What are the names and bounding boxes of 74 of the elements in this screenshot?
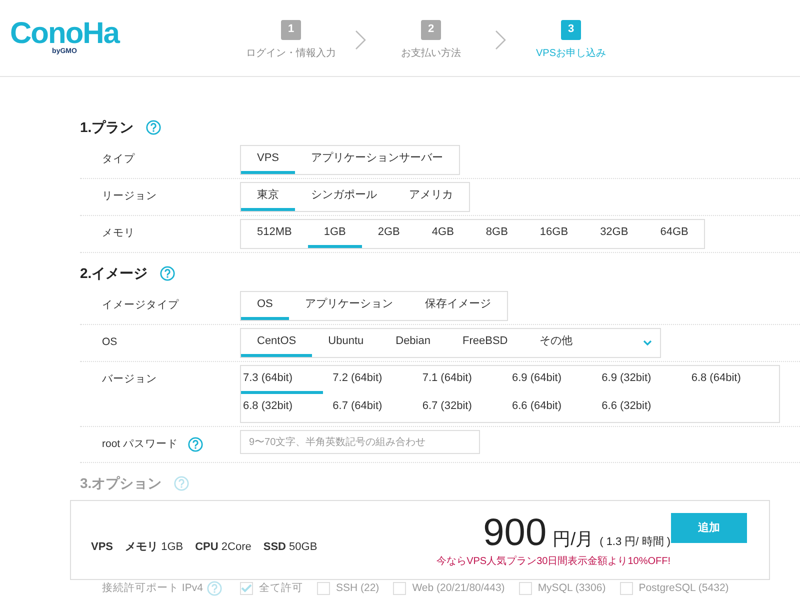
section-title: 1.プラン <box>80 118 134 137</box>
checkbox[interactable] <box>620 582 633 596</box>
checkbox[interactable] <box>240 582 253 596</box>
option-tab[interactable]: 1GB <box>308 220 362 248</box>
option-tab[interactable]: FreeBSD <box>446 329 524 357</box>
checkbox[interactable] <box>393 582 406 596</box>
checkbox-label: 全て許可 <box>259 581 303 596</box>
option-tab[interactable]: 6.7 (64bit) <box>330 394 413 422</box>
step-label: VPSお申し込み <box>536 46 606 60</box>
option-tab[interactable]: VPS <box>241 146 296 174</box>
option-tab[interactable]: 6.9 (32bit) <box>600 366 682 394</box>
section-title: 2.イメージ <box>80 264 148 283</box>
row-label: バージョン <box>102 372 157 387</box>
option-tab[interactable]: アプリケーション <box>288 292 409 320</box>
option-tab[interactable]: 7.1 (64bit) <box>420 366 502 394</box>
price-amount: 900 <box>483 512 547 554</box>
row-label: リージョン <box>102 188 157 204</box>
checkbox[interactable] <box>518 582 532 596</box>
promo-text: 今ならVPS人気プラン30日間表示金額より10%OFF! <box>436 554 670 568</box>
spec-text: VPS <box>91 540 114 555</box>
password-field[interactable]: 9〜70文字、半角英数記号の組み合わせ <box>240 430 480 454</box>
row-label: タイプ <box>102 152 135 167</box>
spec-text: CPU 2Core <box>195 540 252 555</box>
row-label: root パスワード <box>102 436 178 452</box>
checkbox-label: PostgreSQL (5432) <box>638 581 729 596</box>
option-tab[interactable]: アメリカ <box>393 183 469 211</box>
price-unit: 円/月 <box>552 528 594 550</box>
chevron-right-icon <box>355 30 367 50</box>
option-tab[interactable]: 2GB <box>362 220 416 248</box>
option-tab[interactable]: 16GB <box>524 220 584 248</box>
chevron-right-icon <box>495 30 507 50</box>
step-number: 3 <box>561 20 581 40</box>
spec-text: SSD 50GB <box>263 540 318 555</box>
option-tab[interactable]: 6.7 (32bit) <box>420 394 502 422</box>
chevron-down-icon[interactable] <box>643 340 652 346</box>
option-tab[interactable]: Ubuntu <box>312 329 380 357</box>
option-tab[interactable]: 7.2 (64bit) <box>330 366 413 394</box>
spec-text: メモリ 1GB <box>125 540 184 555</box>
option-tab[interactable]: 保存イメージ <box>408 292 507 320</box>
option-tab[interactable]: 6.6 (32bit) <box>600 394 682 422</box>
step-label: お支払い方法 <box>401 46 461 60</box>
option-tab[interactable]: 4GB <box>416 220 470 248</box>
option-tab[interactable]: 東京 <box>241 183 295 211</box>
option-tab[interactable]: その他 <box>524 329 589 357</box>
row-label: 接続許可ポート IPv4 <box>102 581 203 596</box>
step-number: 1 <box>281 20 301 40</box>
hourly-price: ( 1.3 円/ 時間 ) <box>600 534 670 550</box>
option-tab[interactable]: 512MB <box>241 220 308 248</box>
option-tab[interactable]: 7.3 (64bit) <box>241 366 323 394</box>
help-icon[interactable] <box>146 120 161 135</box>
row-label: OS <box>102 334 118 350</box>
checkbox-label: SSH (22) <box>336 581 380 596</box>
option-tab[interactable]: Debian <box>380 329 446 357</box>
row-label: イメージタイプ <box>102 298 179 313</box>
help-icon[interactable] <box>160 266 175 281</box>
option-tab[interactable]: CentOS <box>241 329 312 357</box>
option-tab[interactable]: 6.6 (64bit) <box>510 394 592 422</box>
option-tab[interactable]: 6.9 (64bit) <box>510 366 592 394</box>
help-icon[interactable] <box>188 437 204 452</box>
step-number: 2 <box>421 20 441 40</box>
option-tab[interactable]: 8GB <box>470 220 524 248</box>
option-tab[interactable]: OS <box>241 292 289 320</box>
row-label: メモリ <box>102 226 135 241</box>
option-tab[interactable]: シンガポール <box>295 183 393 211</box>
step-label: ログイン・情報入力 <box>246 46 336 60</box>
option-tab[interactable]: アプリケーションサーバー <box>295 146 460 174</box>
option-tab[interactable]: 6.8 (64bit) <box>689 366 772 394</box>
checkbox-label: Web (20/21/80/443) <box>412 581 505 596</box>
checkbox[interactable] <box>317 582 330 596</box>
option-tab[interactable]: 32GB <box>584 220 644 248</box>
section-title: 3.オプション <box>80 474 162 493</box>
checkbox-label: MySQL (3306) <box>538 581 606 596</box>
option-tab[interactable]: 6.8 (32bit) <box>241 394 323 422</box>
option-tab[interactable]: 64GB <box>644 220 704 248</box>
